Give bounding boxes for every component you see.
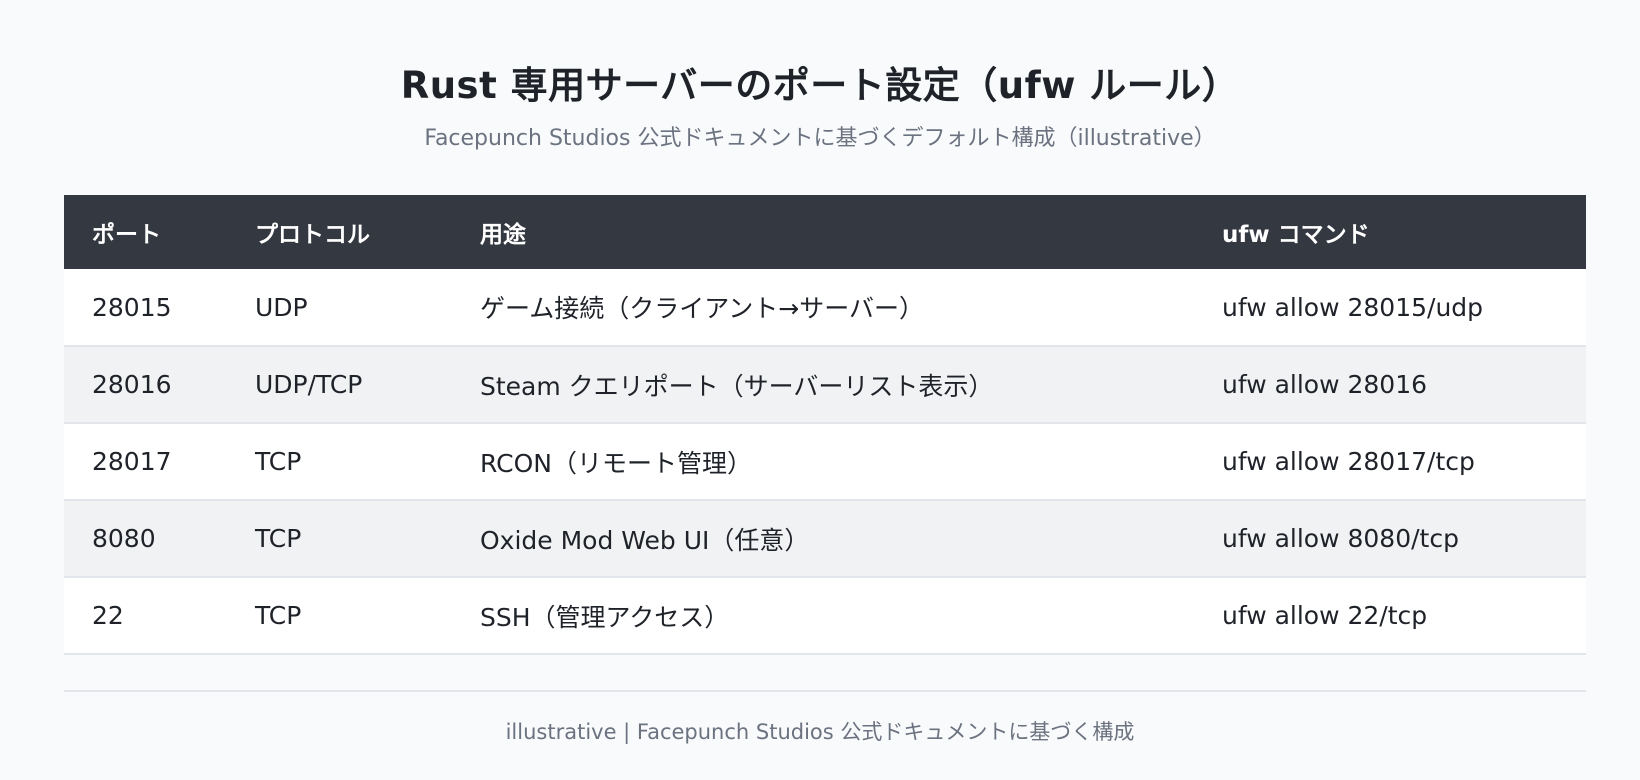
cell-purpose: ゲーム接続（クライアント→サーバー） bbox=[480, 294, 924, 323]
cell-port: 28015 bbox=[92, 292, 172, 322]
cell-port: 22 bbox=[92, 601, 124, 630]
column-header-purpose: 用途 bbox=[480, 222, 526, 248]
cell-protocol: UDP/TCP bbox=[255, 370, 363, 399]
table-header-row: ポート プロトコル 用途 ufw コマンド bbox=[64, 195, 1586, 269]
table-row: 28015 UDP ゲーム接続（クライアント→サーバー） ufw allow 2… bbox=[64, 269, 1586, 346]
column-header-protocol: プロトコル bbox=[255, 222, 370, 248]
column-header-command: ufw コマンド bbox=[1222, 222, 1370, 248]
cell-protocol: UDP bbox=[255, 292, 308, 322]
table-body: 28015 UDP ゲーム接続（クライアント→サーバー） ufw allow 2… bbox=[64, 269, 1586, 654]
cell-command: ufw allow 8080/tcp bbox=[1222, 524, 1459, 553]
cell-protocol: TCP bbox=[255, 524, 302, 553]
page: Rust 専用サーバーのポート設定（ufw ルール） Facepunch Stu… bbox=[0, 0, 1640, 780]
cell-protocol: TCP bbox=[255, 601, 302, 630]
footer-note: illustrative | Facepunch Studios 公式ドキュメン… bbox=[505, 720, 1135, 744]
page-title: Rust 専用サーバーのポート設定（ufw ルール） bbox=[400, 64, 1240, 107]
cell-purpose: SSH（管理アクセス） bbox=[480, 602, 730, 632]
ports-table: ポート プロトコル 用途 ufw コマンド 28015 UDP ゲーム接続（クラ… bbox=[64, 195, 1586, 655]
cell-purpose: Oxide Mod Web UI（任意） bbox=[480, 525, 810, 555]
cell-port: 8080 bbox=[92, 524, 156, 553]
cell-purpose: RCON（リモート管理） bbox=[480, 448, 752, 478]
page-subtitle: Facepunch Studios 公式ドキュメントに基づくデフォルト構成（il… bbox=[424, 126, 1216, 151]
table-row: 22 TCP SSH（管理アクセス） ufw allow 22/tcp bbox=[64, 577, 1586, 654]
table-row: 28016 UDP/TCP Steam クエリポート（サーバーリスト表示） uf… bbox=[64, 346, 1586, 423]
cell-command: ufw allow 28017/tcp bbox=[1222, 447, 1475, 476]
column-header-port: ポート bbox=[92, 222, 161, 248]
cell-command: ufw allow 22/tcp bbox=[1222, 601, 1428, 630]
cell-purpose: Steam クエリポート（サーバーリスト表示） bbox=[480, 371, 994, 401]
cell-port: 28016 bbox=[92, 370, 172, 399]
table-row: 8080 TCP Oxide Mod Web UI（任意） ufw allow … bbox=[64, 500, 1586, 577]
cell-protocol: TCP bbox=[255, 447, 302, 476]
cell-command: ufw allow 28016 bbox=[1222, 370, 1428, 399]
table-row: 28017 TCP RCON（リモート管理） ufw allow 28017/t… bbox=[64, 423, 1586, 500]
footer-divider bbox=[64, 690, 1586, 692]
table-header: ポート プロトコル 用途 ufw コマンド bbox=[64, 195, 1586, 269]
cell-command: ufw allow 28015/udp bbox=[1222, 292, 1484, 322]
cell-port: 28017 bbox=[92, 447, 172, 476]
